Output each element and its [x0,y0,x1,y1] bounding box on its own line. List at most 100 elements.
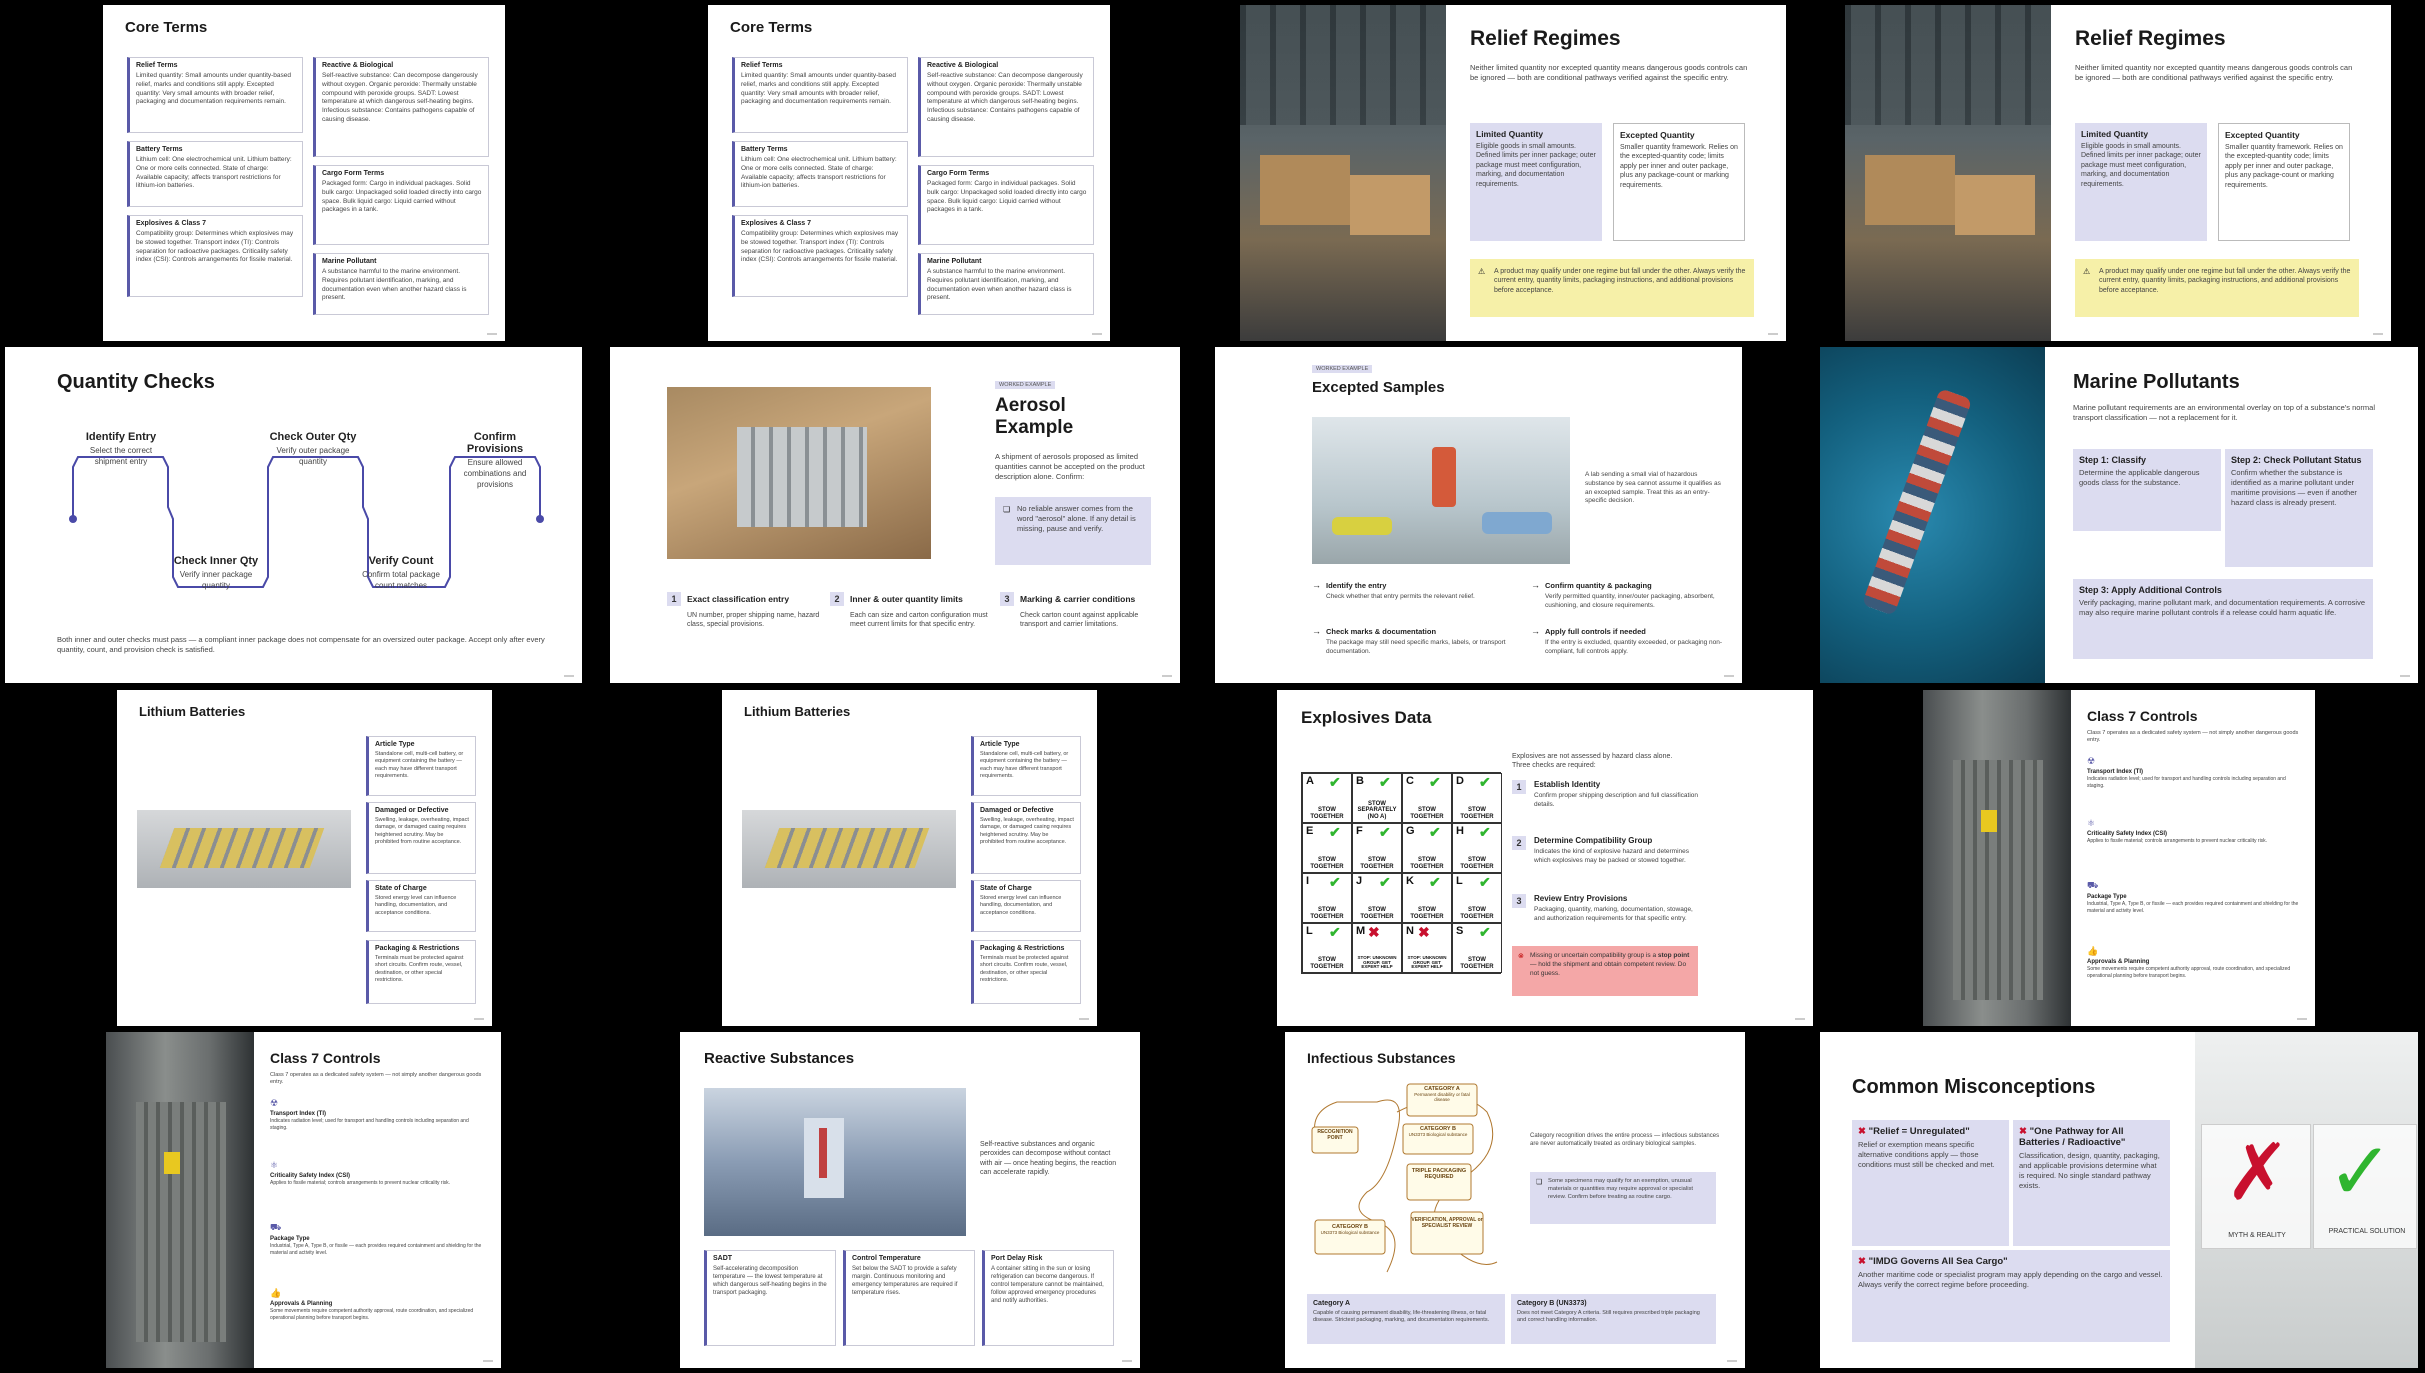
battery-criteria-box: Damaged or Defective Swelling, leakage, o… [971,802,1081,874]
box-body: Compatibility group: Determines which ex… [741,230,899,264]
box-heading: Article Type [375,741,415,748]
slide-thumb-relief-regimes[interactable]: Relief Regimes Neither limited quantity … [1215,5,1813,341]
compat-letter: K [1406,875,1414,887]
term-box: Relief Terms Limited quantity: Small amou… [732,57,908,133]
card-body: Smaller quantity framework. Relies on th… [1620,144,1738,189]
step-heading: Confirm Provisions [466,431,524,455]
cargo-ship-photo [1820,347,2045,683]
box-heading: Explosives & Class 7 [136,220,207,227]
term-box: Cargo Form Terms Packaged form: Cargo in … [313,165,489,245]
card-heading: "IMDG Governs All Sea Cargo" [1868,1256,2008,1267]
box-body: Self-reactive substance: Can decompose d… [927,72,1083,123]
warning-callout: ⚠ A product may qualify under one regime … [2075,259,2359,317]
slide-title: Relief Regimes [1470,27,1621,50]
box-heading: Control Temperature [852,1255,921,1262]
slide-thumb-lithium-batteries[interactable]: Lithium Batteries Article Type Standalone… [610,690,1208,1026]
note-callout: ❏ No reliable answer comes from the word … [995,497,1151,565]
box-body: Lithium cell: One electrochemical unit. … [741,156,897,190]
box-heading: Port Delay Risk [991,1255,1043,1262]
alert-text: Missing or uncertain compatibility group… [1530,952,1658,959]
box-heading: Battery Terms [741,146,788,153]
page-number [1092,333,1102,335]
page-number [1122,1360,1132,1362]
page-number [1795,1018,1805,1020]
item-heading: Package Type [2087,894,2127,900]
card-body: Determine the applicable dangerous goods… [2079,468,2200,488]
step-heading: Determine Compatibility Group [1534,836,1653,845]
step-body: Confirm proper shipping description and … [1534,792,1699,808]
slide-thumb-relief-regimes[interactable]: Relief Regimes Neither limited quantity … [1820,5,2418,341]
check-icon: ✔ [1429,824,1441,840]
slide-thumb-core-terms[interactable]: Core Terms Relief Terms Limited quantity:… [610,5,1208,341]
card-heading: Step 3: Apply Additional Controls [2079,585,2222,595]
practical-label: PRACTICAL SOLUTION [2328,1228,2406,1235]
box-body: Lithium cell: One electrochemical unit. … [136,156,292,190]
warning-icon: ⚠ [2083,267,2091,276]
item-heading: Approvals & Planning [270,1301,333,1307]
card-heading: Category B (UN3373) [1517,1300,1587,1307]
slide-canvas: Lithium Batteries Article Type Standalone… [722,690,1097,1026]
compat-text: STOW TOGETHER [1460,957,1494,970]
slide-thumb-class7-controls[interactable]: Class 7 Controls Class 7 operates as a d… [5,1032,603,1368]
diagram-node: CATEGORY B UN3373 Biological substance [1315,1224,1385,1235]
box-body: Limited quantity: Small amounts under qu… [136,72,292,106]
node-sub: UN3373 Biological substance [1320,1230,1380,1235]
slide-thumb-class7-controls[interactable]: Class 7 Controls Class 7 operates as a d… [1820,690,2418,1026]
green-check-icon: ✓ [2327,1125,2395,1218]
check-step: 2 Determine Compatibility Group Indicates … [1512,836,1702,866]
page-number [2400,675,2410,677]
compat-cell: I ✔ STOW TOGETHER [1302,873,1352,923]
flow-step: Confirm Provisions Ensure allowed combina… [445,431,545,490]
compat-text: STOP: UNKNOWN GROUP. GET EXPERT HELP [1357,954,1397,970]
slide-canvas: WORKED EXAMPLE Aerosol Example A shipmen… [610,347,1180,683]
box-body: Self-accelerating decomposition temperat… [713,1266,827,1297]
slide-thumb-excepted-samples[interactable]: WORKED EXAMPLE Excepted Samples A lab se… [1215,347,1813,683]
category-b-card: Category B (UN3373) Does not meet Categor… [1511,1294,1716,1344]
slide-thumb-infectious-substances[interactable]: Infectious Substances RECOGNITION POINT … [1215,1032,1813,1368]
diagram-node: CATEGORY A Permanent disability or fatal … [1407,1086,1477,1102]
slide-thumb-reactive-substances[interactable]: Reactive Substances Self-reactive substa… [610,1032,1208,1368]
slide-thumb-common-misconceptions[interactable]: Common Misconceptions ✖ "Relief = Unregu… [1820,1032,2418,1368]
box-heading: Relief Terms [136,62,178,69]
compatibility-grid: A ✔ STOW TOGETHER B ✔ STOW SEPARATELY (NO A) C… [1301,772,1502,974]
slide-footnote: Both inner and outer checks must pass — … [57,635,545,655]
box-body: Limited quantity: Small amounts under qu… [741,72,897,106]
step-card: Step 3: Apply Additional Controls Verify … [2073,579,2373,659]
note-text: Some specimens may qualify for an exempt… [1548,1178,1693,1200]
page-number [1162,675,1172,677]
slide-intro: Neither limited quantity nor excepted qu… [1470,63,1748,83]
check-icon: ✔ [1329,924,1341,940]
item-number: 2 [830,592,844,606]
check-icon: ✔ [1479,874,1491,890]
check-icon: ✔ [1429,774,1441,790]
item-body: Applies to fissile material; controls ar… [2087,838,2268,844]
item-body: Indicates radiation level; used for tran… [2087,776,2286,789]
procedure-item: → Confirm quantity & packaging Verify perm… [1531,580,1731,611]
compat-text: STOW TOGETHER [1460,907,1494,920]
item-heading: Confirm quantity & packaging [1545,581,1652,590]
cold-storage-photo [704,1088,966,1236]
compat-text: STOW TOGETHER [1360,857,1394,870]
slide-thumb-marine-pollutants[interactable]: Marine Pollutants Marine pollutant requi… [1820,347,2418,683]
x-mark-icon: ✖ [1858,1126,1866,1137]
compat-letter: S [1456,925,1464,937]
term-box: Explosives & Class 7 Compatibility group:… [732,215,908,297]
slide-thumb-quantity-checks[interactable]: Quantity Checks Identify Entry Select the… [5,347,603,683]
slide-title: Reactive Substances [704,1050,855,1067]
flow-step: Identify Entry Select the correct shipmen… [75,431,167,468]
item-heading: Apply full controls if needed [1545,627,1646,636]
slide-thumb-aerosol-example[interactable]: WORKED EXAMPLE Aerosol Example A shipmen… [610,347,1208,683]
radiation-icon: ☢ [270,1098,279,1108]
slide-thumb-core-terms[interactable]: Core Terms Relief Terms Limited quantity:… [5,5,603,341]
box-heading: Reactive & Biological [322,62,394,69]
warning-icon: ⚠ [1478,267,1486,276]
step-number: 3 [1512,894,1526,908]
slide-thumb-lithium-batteries[interactable]: Lithium Batteries Article Type Standalone… [5,690,603,1026]
slide-title: Core Terms [125,19,208,36]
aerosol-box-photo [667,387,931,559]
slide-thumb-explosives-data[interactable]: Explosives Data A ✔ STOW TOGETHER B ✔ STOW SE… [1215,690,1813,1026]
page-number [474,1018,484,1020]
compat-cell: M ✖ STOP: UNKNOWN GROUP. GET EXPERT HELP [1352,923,1402,973]
limited-quantity-card: Limited Quantity Eligible goods in small … [2075,123,2207,241]
box-heading: Cargo Form Terms [322,170,385,177]
